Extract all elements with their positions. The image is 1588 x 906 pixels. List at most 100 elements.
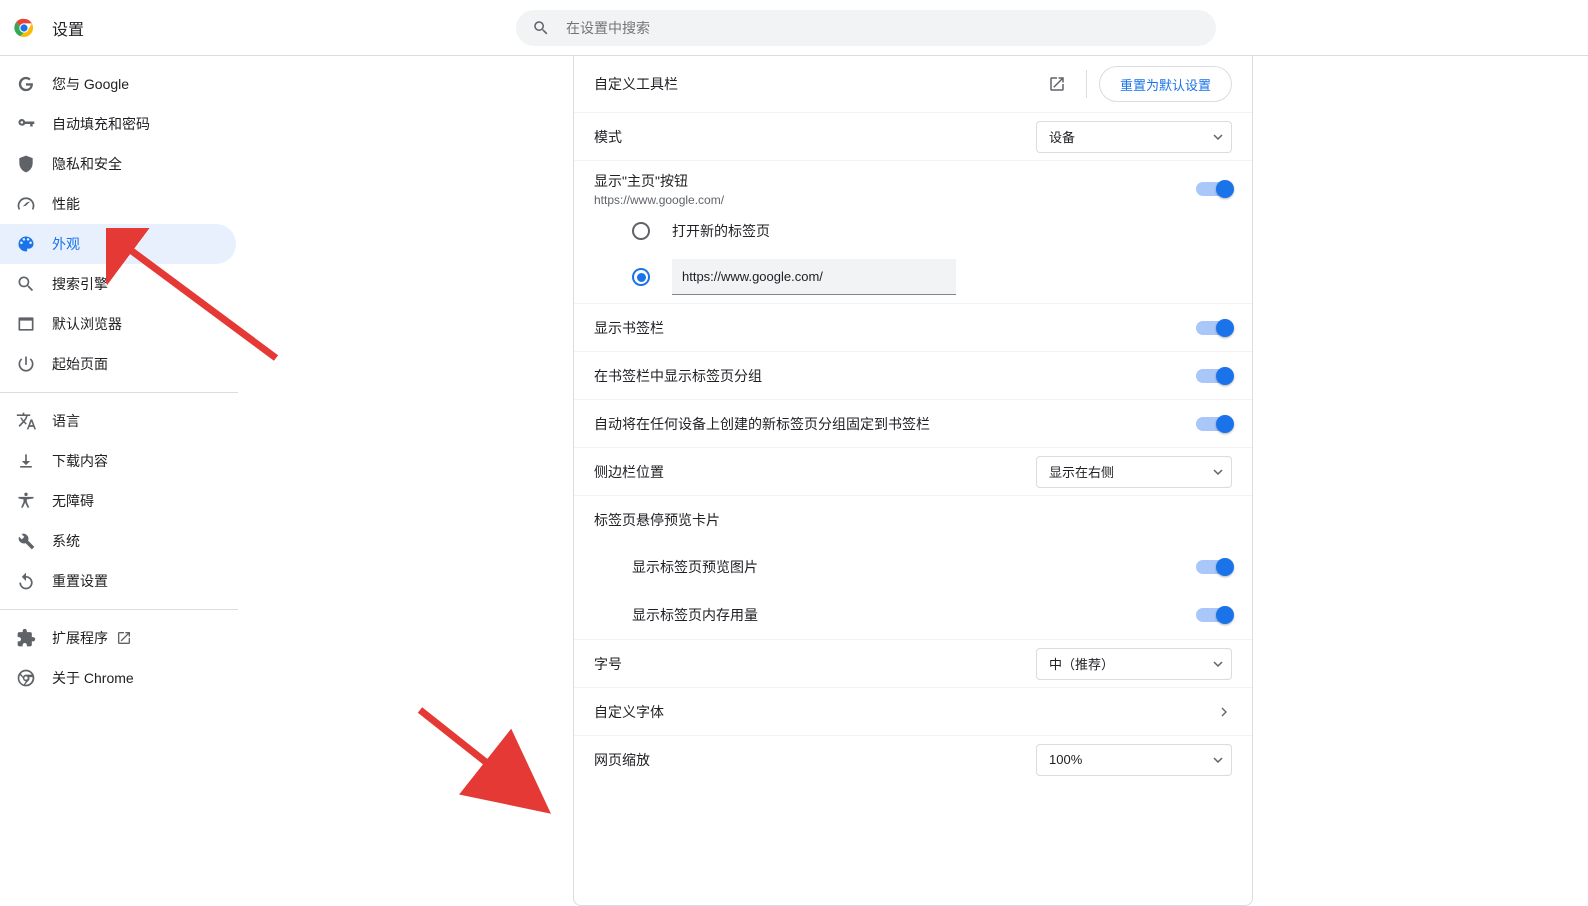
customize-toolbar-row[interactable]: 自定义工具栏 重置为默认设置 — [574, 56, 1252, 112]
font-size-select[interactable]: 中（推荐） — [1036, 648, 1232, 680]
nav-label: 无障碍 — [52, 491, 94, 511]
nav-label: 性能 — [52, 194, 80, 214]
nav-reset[interactable]: 重置设置 — [0, 561, 236, 601]
speedometer-icon — [16, 194, 36, 214]
hover-card-row: 标签页悬停预览卡片 — [574, 495, 1252, 543]
auto-pin-toggle[interactable] — [1196, 417, 1232, 431]
nav-label: 关于 Chrome — [52, 668, 134, 688]
tab-groups-toggle[interactable] — [1196, 369, 1232, 383]
nav-downloads[interactable]: 下载内容 — [0, 441, 236, 481]
nav-label: 起始页面 — [52, 354, 108, 374]
font-size-row: 字号 中（推荐） — [574, 639, 1252, 687]
select-value: 设备 — [1049, 127, 1075, 146]
page-title: 设置 — [52, 16, 84, 40]
search-icon — [532, 19, 550, 37]
row-label: 显示书签栏 — [594, 318, 1196, 338]
nav-extensions[interactable]: 扩展程序 — [0, 618, 236, 658]
nav-label: 默认浏览器 — [52, 314, 122, 334]
reset-icon — [16, 571, 36, 591]
wrench-icon — [16, 531, 36, 551]
accessibility-icon — [16, 491, 36, 511]
row-label: 侧边栏位置 — [594, 462, 1036, 482]
search-icon — [16, 274, 36, 294]
chevron-down-icon — [1213, 132, 1223, 142]
home-button-row: 显示"主页"按钮 https://www.google.com/ — [574, 160, 1252, 213]
nav-accessibility[interactable]: 无障碍 — [0, 481, 236, 521]
radio-custom-url[interactable] — [632, 268, 650, 286]
sidebar-position-select[interactable]: 显示在右侧 — [1036, 456, 1232, 488]
bookmarks-bar-row: 显示书签栏 — [574, 303, 1252, 351]
custom-font-row[interactable]: 自定义字体 — [574, 687, 1252, 735]
nav-appearance[interactable]: 外观 — [0, 224, 236, 264]
nav-label: 下载内容 — [52, 451, 108, 471]
nav-default-browser[interactable]: 默认浏览器 — [0, 304, 236, 344]
open-in-new-icon[interactable] — [1048, 75, 1066, 93]
radio-label: 打开新的标签页 — [672, 221, 770, 241]
radio-new-tab[interactable] — [632, 222, 650, 240]
nav-privacy[interactable]: 隐私和安全 — [0, 144, 236, 184]
key-icon — [16, 114, 36, 134]
mode-row: 模式 设备 — [574, 112, 1252, 160]
select-value: 100% — [1049, 752, 1082, 767]
auto-pin-row: 自动将在任何设备上创建的新标签页分组固定到书签栏 — [574, 399, 1252, 447]
divider — [1086, 70, 1087, 98]
nav-autofill[interactable]: 自动填充和密码 — [0, 104, 236, 144]
radio-custom-url-row[interactable] — [632, 259, 1232, 295]
nav-you-and-google[interactable]: 您与 Google — [0, 64, 236, 104]
bookmarks-bar-toggle[interactable] — [1196, 321, 1232, 335]
row-label: 网页缩放 — [594, 750, 1036, 770]
palette-icon — [16, 234, 36, 254]
download-icon — [16, 451, 36, 471]
row-label: 标签页悬停预览卡片 — [594, 510, 1232, 530]
nav-label: 隐私和安全 — [52, 154, 122, 174]
nav-languages[interactable]: 语言 — [0, 401, 236, 441]
search-input[interactable] — [566, 20, 1200, 36]
chrome-logo-icon — [12, 16, 36, 40]
select-value: 显示在右侧 — [1049, 462, 1114, 481]
home-button-toggle[interactable] — [1196, 182, 1232, 196]
google-g-icon — [16, 74, 36, 94]
nav-performance[interactable]: 性能 — [0, 184, 236, 224]
nav-about-chrome[interactable]: 关于 Chrome — [0, 658, 236, 698]
row-sublabel: https://www.google.com/ — [594, 193, 1196, 207]
row-label: 显示"主页"按钮 — [594, 171, 1196, 191]
shield-icon — [16, 154, 36, 174]
power-icon — [16, 354, 36, 374]
radio-new-tab-row[interactable]: 打开新的标签页 — [632, 221, 1232, 241]
sidebar-position-row: 侧边栏位置 显示在右侧 — [574, 447, 1252, 495]
nav-label: 语言 — [52, 411, 80, 431]
nav-label: 系统 — [52, 531, 80, 551]
home-url-input[interactable] — [672, 259, 956, 295]
settings-search[interactable] — [516, 10, 1216, 46]
nav-label: 搜索引擎 — [52, 274, 108, 294]
row-label: 字号 — [594, 654, 1036, 674]
nav-search-engine[interactable]: 搜索引擎 — [0, 264, 236, 304]
row-label: 在书签栏中显示标签页分组 — [594, 366, 1196, 386]
row-label: 显示标签页预览图片 — [632, 557, 1196, 577]
row-label-group: 显示"主页"按钮 https://www.google.com/ — [594, 171, 1196, 207]
nav-divider — [0, 609, 238, 610]
page-zoom-row: 网页缩放 100% — [574, 735, 1252, 783]
hover-memory-toggle[interactable] — [1196, 608, 1232, 622]
nav-label: 扩展程序 — [52, 628, 108, 648]
chrome-outline-icon — [16, 668, 36, 688]
row-label: 自动将在任何设备上创建的新标签页分组固定到书签栏 — [594, 414, 1196, 434]
browser-icon — [16, 314, 36, 334]
page-zoom-select[interactable]: 100% — [1036, 744, 1232, 776]
extension-icon — [16, 628, 36, 648]
chevron-down-icon — [1213, 467, 1223, 477]
mode-select[interactable]: 设备 — [1036, 121, 1232, 153]
nav-label: 自动填充和密码 — [52, 114, 150, 134]
main-content: 自定义工具栏 重置为默认设置 模式 设备 显示"主页"按钮 https://ww… — [238, 56, 1588, 906]
nav-label: 外观 — [52, 234, 80, 254]
tab-groups-row: 在书签栏中显示标签页分组 — [574, 351, 1252, 399]
reset-defaults-button[interactable]: 重置为默认设置 — [1099, 66, 1232, 102]
nav-label: 重置设置 — [52, 571, 108, 591]
nav-on-startup[interactable]: 起始页面 — [0, 344, 236, 384]
row-label: 自定义工具栏 — [594, 74, 1048, 94]
row-label: 显示标签页内存用量 — [632, 605, 1196, 625]
select-value: 中（推荐） — [1049, 654, 1114, 673]
chevron-right-icon — [1216, 704, 1232, 720]
nav-system[interactable]: 系统 — [0, 521, 236, 561]
hover-image-toggle[interactable] — [1196, 560, 1232, 574]
